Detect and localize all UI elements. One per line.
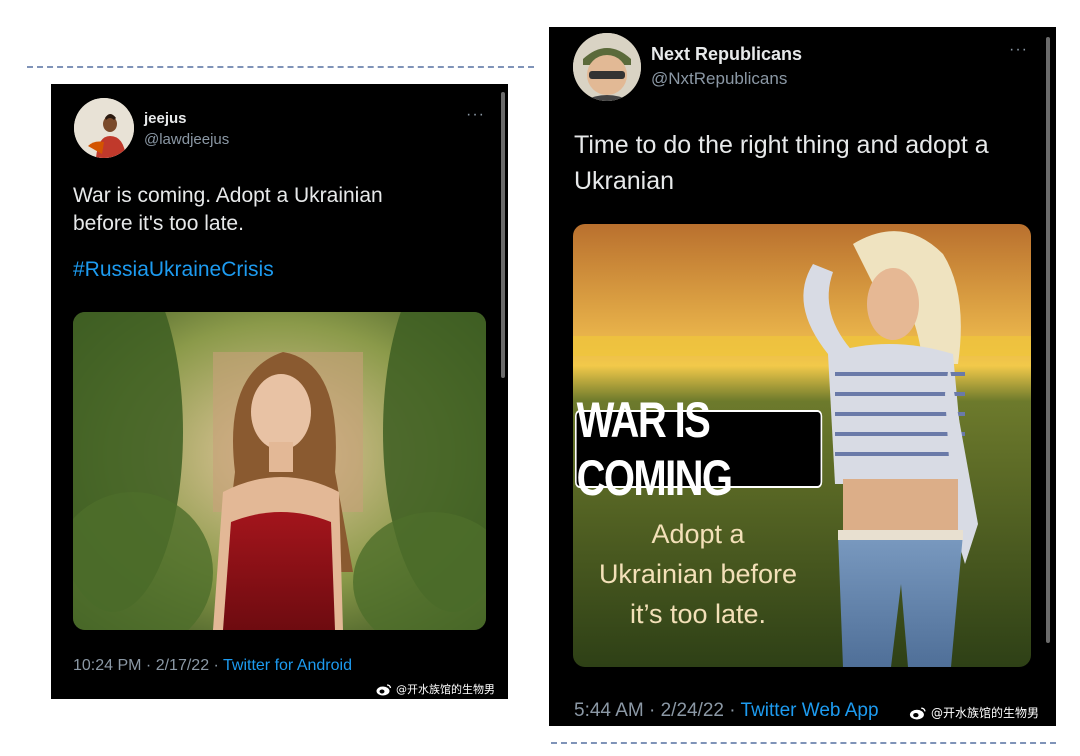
tweet-text: War is coming. Adopt a Ukrainian before …: [73, 184, 383, 236]
weibo-watermark: @开水族馆的生物男: [909, 704, 1039, 721]
tweet-text: Time to do the right thing and adopt a U…: [574, 131, 989, 195]
tweet-timestamp[interactable]: 5:44 AM · 2/24/22 · Twitter Web App: [574, 700, 879, 722]
image-overlay-title: WAR IS COMING: [575, 392, 823, 506]
avatar-image: [573, 33, 641, 101]
time-date: 10:24 PM · 2/17/22 ·: [73, 657, 224, 674]
user-handle[interactable]: @NxtRepublicans: [651, 69, 787, 89]
avatar[interactable]: [573, 33, 641, 101]
tweet-timestamp[interactable]: 10:24 PM · 2/17/22 · Twitter for Android: [73, 657, 352, 675]
dashed-divider-top: [27, 66, 534, 68]
tweet-card-left: jeejus @lawdjeejus ··· War is coming. Ad…: [51, 84, 508, 699]
weibo-watermark: @开水族馆的生物男: [376, 681, 495, 697]
watermark-text: @开水族馆的生物男: [396, 683, 495, 696]
display-name[interactable]: Next Republicans: [651, 44, 802, 65]
weibo-icon: [909, 706, 926, 719]
tweet-image[interactable]: [73, 312, 486, 630]
image-overlay-caption: Adopt a Ukrainian before it’s too late.: [598, 519, 798, 629]
tweet-image[interactable]: WAR IS COMING Adopt a Ukrainian before i…: [573, 224, 1031, 667]
user-handle[interactable]: @lawdjeejus: [144, 131, 229, 148]
scrollbar[interactable]: [1046, 37, 1050, 643]
avatar-image: [74, 98, 134, 158]
source-link[interactable]: Twitter for Android: [223, 657, 352, 674]
weibo-icon: [376, 683, 392, 695]
tweet-photo: [73, 312, 486, 630]
source-link[interactable]: Twitter Web App: [741, 700, 879, 721]
tweet-card-right: Next Republicans @NxtRepublicans ··· Tim…: [549, 27, 1056, 726]
avatar[interactable]: [74, 98, 134, 158]
hashtag-link[interactable]: #RussiaUkraineCrisis: [73, 258, 274, 282]
scrollbar[interactable]: [501, 92, 505, 378]
display-name[interactable]: jeejus: [144, 110, 187, 127]
dashed-divider-bottom: [551, 742, 1056, 744]
more-options-icon[interactable]: ···: [1009, 41, 1028, 59]
more-options-icon[interactable]: ···: [466, 106, 485, 124]
watermark-text: @开水族馆的生物男: [931, 706, 1040, 720]
time-date: 5:44 AM · 2/24/22 ·: [574, 700, 741, 721]
